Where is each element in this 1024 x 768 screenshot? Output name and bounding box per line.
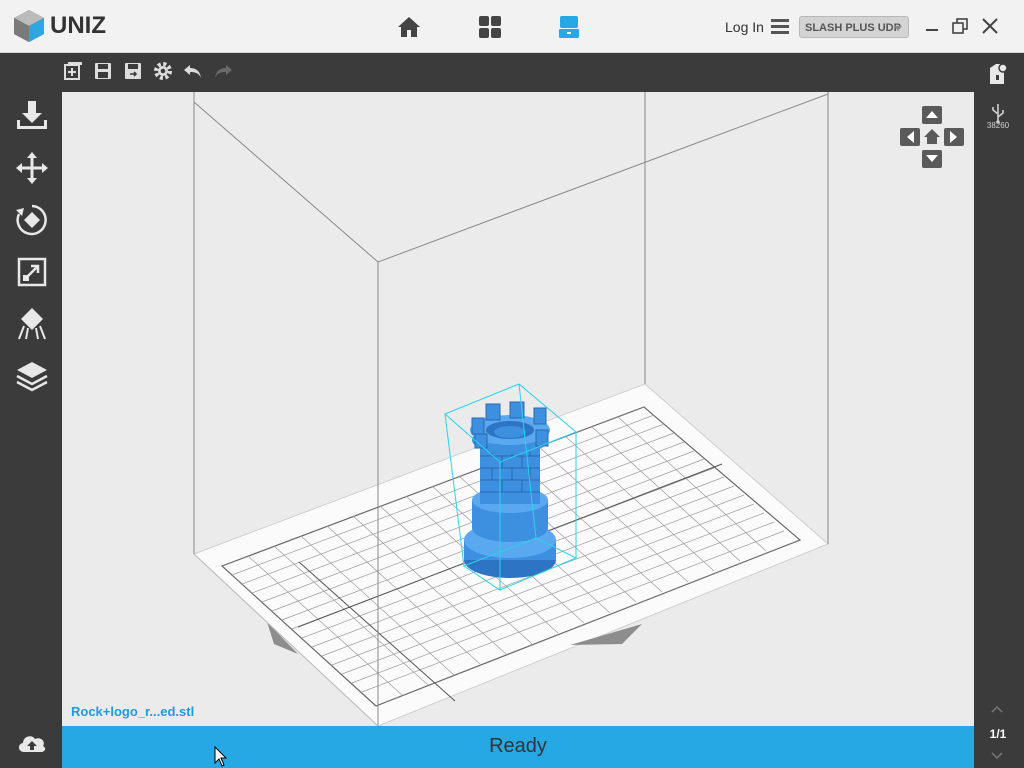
login-link[interactable]: Log In: [725, 19, 764, 35]
uniz-logo-icon: [14, 10, 44, 42]
save-icon[interactable]: [92, 60, 114, 82]
mouse-cursor-icon: [214, 746, 228, 767]
title-bar: UNIZ Log In SLASH PLUS UDP: [0, 0, 1024, 53]
printer-select-value: SLASH PLUS UDP: [805, 22, 901, 34]
support-icon[interactable]: [14, 306, 50, 342]
close-icon[interactable]: [980, 16, 1000, 36]
chevron-down-icon: [894, 26, 902, 31]
scale-icon[interactable]: [14, 254, 50, 290]
usb-port-label: 38260: [986, 121, 1010, 130]
chevron-up-icon[interactable]: [990, 704, 1004, 714]
printer-select[interactable]: SLASH PLUS UDP: [799, 16, 909, 38]
home-icon[interactable]: [396, 14, 422, 40]
restore-icon[interactable]: [950, 16, 970, 36]
view-down-button[interactable]: [922, 150, 942, 168]
build-volume-scene: [193, 92, 829, 726]
view-right-button[interactable]: [944, 128, 964, 146]
undo-icon[interactable]: [182, 60, 204, 82]
grid-icon[interactable]: [477, 14, 503, 40]
3d-viewport[interactable]: [62, 92, 974, 726]
status-bar[interactable]: Ready: [62, 726, 974, 768]
slice-layers-icon[interactable]: [14, 358, 50, 394]
view-left-button[interactable]: [900, 128, 920, 146]
view-home-button[interactable]: [923, 128, 941, 146]
import-icon[interactable]: [14, 98, 50, 134]
rotate-icon[interactable]: [14, 202, 50, 238]
chevron-down-icon[interactable]: [990, 751, 1004, 761]
page-indicator: 1/1: [989, 727, 1007, 741]
brand-name: UNIZ: [50, 12, 106, 39]
device-info-icon[interactable]: [987, 62, 1009, 86]
move-icon[interactable]: [14, 150, 50, 186]
save-as-icon[interactable]: [122, 60, 144, 82]
status-text: Ready: [489, 735, 547, 757]
app-logo: UNIZ: [12, 9, 106, 43]
model-filename: Rock+logo_r...ed.stl: [71, 704, 195, 719]
menu-icon[interactable]: [771, 18, 789, 34]
printer-icon[interactable]: [556, 14, 582, 40]
view-nav-control: [900, 106, 964, 168]
new-icon[interactable]: [62, 60, 84, 82]
toolbar: [62, 60, 234, 84]
cloud-upload-icon[interactable]: [16, 728, 48, 756]
settings-icon[interactable]: [152, 60, 174, 82]
view-up-button[interactable]: [922, 106, 942, 124]
redo-icon[interactable]: [212, 60, 234, 82]
minimize-icon[interactable]: [922, 16, 942, 36]
